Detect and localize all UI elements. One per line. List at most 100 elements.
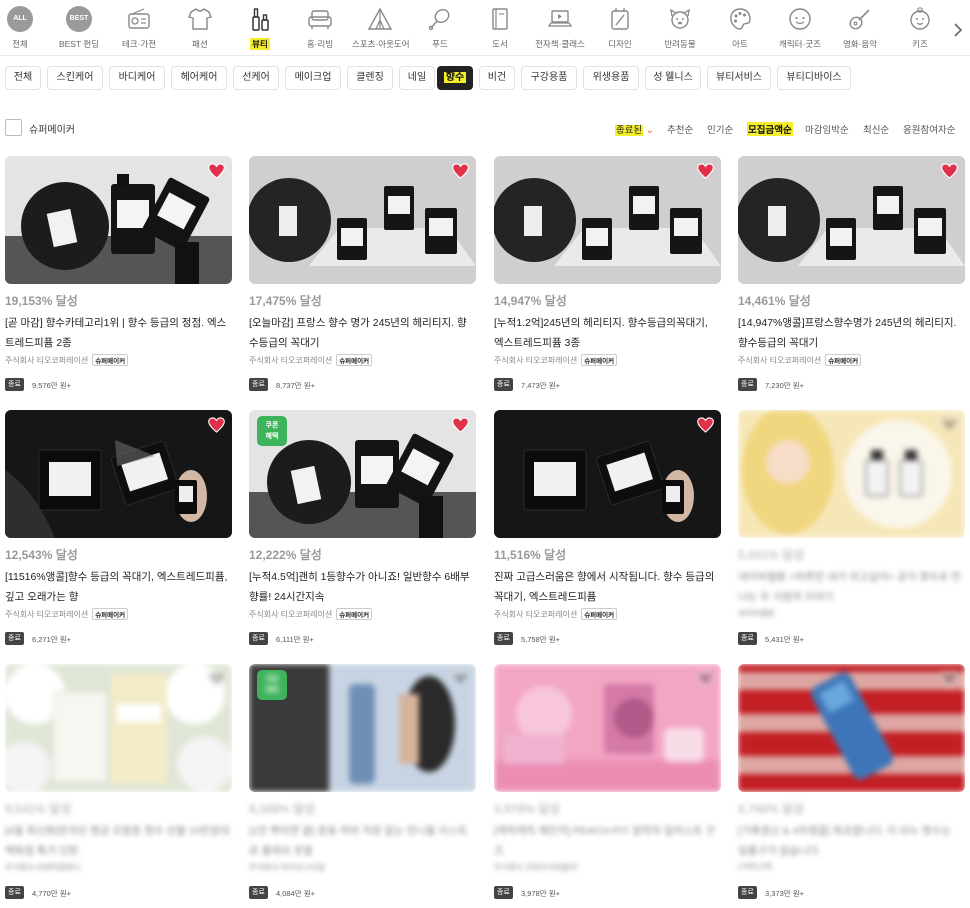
heart-icon[interactable] xyxy=(208,671,225,687)
heart-icon[interactable] xyxy=(452,417,469,433)
subtab-makeup[interactable]: 메이크업 xyxy=(285,66,341,90)
funding-amount: 5,431만 원+ xyxy=(765,635,805,644)
product-card[interactable]: 14,461% 달성 [14,947%앵콜]프랑스향수명가 245년의 헤리티지… xyxy=(738,156,965,396)
category-all[interactable]: ALL 전체 xyxy=(0,6,48,51)
product-thumbnail[interactable] xyxy=(494,410,721,538)
category-home[interactable]: 홈·리빙 xyxy=(292,6,348,51)
product-card[interactable]: 5,431% 달성 네이버웹툰 <하루만 네가 되고싶어> 공식 향수로 만나는… xyxy=(738,410,965,650)
maker-label: 주식회사 티오코퍼레이션 xyxy=(494,356,578,365)
product-title[interactable]: 네이버웹툰 <하루만 네가 되고싶어> 공식 향수로 만나는 두 사람의 이야기 xyxy=(738,567,963,607)
heart-icon[interactable] xyxy=(697,671,714,687)
super-maker-checkbox[interactable] xyxy=(5,119,22,136)
maker-label: 주식회사 티오코퍼레이션 xyxy=(5,356,89,365)
status-dropdown[interactable]: 종료된 ⌄ xyxy=(615,122,654,136)
product-title[interactable]: [오늘마감] 프랑스 향수 명가 245년의 헤리티지. 향수등급의 꼭대기 xyxy=(249,313,474,353)
category-books[interactable]: 도서 xyxy=(472,6,528,51)
product-card[interactable]: 3,978% 달성 [캐릭캐릭 체인지] PEACH-PIT 원작자 일러스트 … xyxy=(494,664,721,904)
heart-icon[interactable] xyxy=(697,163,714,179)
product-thumbnail[interactable] xyxy=(5,410,232,538)
product-card[interactable]: 17,475% 달성 [오늘마감] 프랑스 향수 명가 245년의 헤리티지. … xyxy=(249,156,476,396)
category-design[interactable]: 디자인 xyxy=(592,6,648,51)
chevron-right-icon[interactable] xyxy=(952,22,964,38)
category-label: 패션 xyxy=(192,39,208,49)
subtab-nail[interactable]: 네일 xyxy=(399,66,435,90)
maker-label: LIVELIVE xyxy=(738,862,773,871)
category-sports[interactable]: 스포츠·아웃도어 xyxy=(352,6,410,51)
sort-deadline[interactable]: 마감임박순 xyxy=(805,122,849,136)
product-title[interactable]: 진짜 고급스러움은 향에서 시작됩니다. 향수 등급의 꼭대기, 엑스트레드피퓸 xyxy=(494,567,719,607)
category-media[interactable]: 영화·음악 xyxy=(832,6,888,51)
category-pets[interactable]: 반려동물 xyxy=(652,6,708,51)
category-best[interactable]: BEST BEST 펀딩 xyxy=(51,6,107,51)
category-ebook[interactable]: 전자책·클래스 xyxy=(532,6,588,51)
subtab-beauty-service[interactable]: 뷰티서비스 xyxy=(707,66,771,90)
product-card[interactable]: 14,947% 달성 [누적1.2억]245년의 헤리티지. 향수등급의꼭대기,… xyxy=(494,156,721,396)
product-card[interactable]: 9,541% 달성 [4월 최신화]한국인 평균 조말론 향수 선물 10만원대… xyxy=(5,664,232,904)
product-title[interactable]: [4월 최신화]한국인 평균 조말론 향수 선물 10만원대 백화점 특가 단판 xyxy=(5,821,230,861)
subtab-bodycare[interactable]: 바디케어 xyxy=(109,66,165,90)
heart-icon[interactable] xyxy=(208,163,225,179)
sort-amount[interactable]: 모집금액순 xyxy=(747,122,793,136)
character-icon xyxy=(789,8,811,30)
product-thumbnail[interactable] xyxy=(5,664,232,792)
heart-icon[interactable] xyxy=(941,163,958,179)
book-icon xyxy=(492,8,508,30)
heart-icon[interactable] xyxy=(697,417,714,433)
heart-icon[interactable] xyxy=(208,417,225,433)
product-card[interactable]: 6,746% 달성 [기록경신 & 4차앵콜] 최초합니다. 이 비누 향수는 … xyxy=(738,664,965,904)
product-card[interactable]: 11,516% 달성 진짜 고급스러움은 향에서 시작됩니다. 향수 등급의 꼭… xyxy=(494,410,721,650)
sort-popular[interactable]: 인기순 xyxy=(707,122,733,136)
product-thumbnail[interactable]: 쿠폰 혜택 xyxy=(249,410,476,538)
product-card[interactable]: 쿠폰 혜택 12,222% 달성 [누적4.5억]괜히 1등향수가 아니죠! 일… xyxy=(249,410,476,650)
maker-label: 주식회사 티오코퍼레이션 xyxy=(738,356,822,365)
product-thumbnail[interactable] xyxy=(738,410,965,538)
sort-latest[interactable]: 최신순 xyxy=(863,122,889,136)
subtab-oral[interactable]: 구강용품 xyxy=(521,66,577,90)
product-title[interactable]: [1만 뿌리면 끝] 운동 하러 직장 없는 언니들 이스트로 플레쉬 포멀 xyxy=(249,821,474,861)
category-tech[interactable]: 테크·가전 xyxy=(111,6,167,51)
category-art[interactable]: 아트 xyxy=(712,6,768,51)
heart-icon[interactable] xyxy=(941,417,958,433)
subtab-perfume[interactable]: 향수 xyxy=(437,66,473,90)
category-label: 푸드 xyxy=(432,39,448,49)
product-thumbnail[interactable] xyxy=(5,156,232,284)
subtab-cleansing[interactable]: 클렌징 xyxy=(347,66,393,90)
product-title[interactable]: [누적1.2억]245년의 헤리티지. 향수등급의꼭대기, 엑스트레드피퓸 3종 xyxy=(494,313,719,353)
heart-icon[interactable] xyxy=(452,671,469,687)
product-title[interactable]: [누적4.5억]괜히 1등향수가 아니죠! 일반향수 6배부향률! 24시간지속 xyxy=(249,567,474,607)
category-food[interactable]: 푸드 xyxy=(412,6,468,51)
subtab-all[interactable]: 전체 xyxy=(5,66,41,90)
product-thumbnail[interactable] xyxy=(738,664,965,792)
subtab-skincare[interactable]: 스킨케어 xyxy=(47,66,103,90)
product-title[interactable]: [14,947%앵콜]프랑스향수명가 245년의 헤리티지. 향수등급의 꼭대기 xyxy=(738,313,963,353)
product-card[interactable]: 19,153% 달성 [곧 마감] 향수카테고리1위 | 향수 등급의 정점. … xyxy=(5,156,232,396)
achievement-rate: 3,978% 달성 xyxy=(494,802,561,816)
product-title[interactable]: [캐릭캐릭 체인지] PEACH-PIT 원작자 일러스트 굿즈 xyxy=(494,821,719,861)
subtab-haircare[interactable]: 헤어케어 xyxy=(171,66,227,90)
product-title[interactable]: [곧 마감] 향수카테고리1위 | 향수 등급의 정점. 엑스트레드피퓸 2종 xyxy=(5,313,230,353)
subtab-hygiene[interactable]: 위생용품 xyxy=(583,66,639,90)
achievement-rate: 17,475% 달성 xyxy=(249,294,322,308)
sort-supporters[interactable]: 응원참여자순 xyxy=(903,122,955,136)
subtab-wellness[interactable]: 성 웰니스 xyxy=(645,66,701,90)
product-title[interactable]: [기록경신 & 4차앵콜] 최초합니다. 이 비누 향수는 일품구가 없습니다. xyxy=(738,821,963,861)
category-beauty[interactable]: 뷰티 xyxy=(232,6,288,51)
sort-recommended[interactable]: 추천순 xyxy=(667,122,693,136)
heart-icon[interactable] xyxy=(941,671,958,687)
product-title[interactable]: [11516%앵콜]향수 등급의 꼭대기, 엑스트레드피퓸, 깊고 오래가는 향 xyxy=(5,567,230,607)
subtab-vegan[interactable]: 비건 xyxy=(479,66,515,90)
subtab-beauty-device[interactable]: 뷰티디바이스 xyxy=(777,66,851,90)
product-thumbnail[interactable] xyxy=(249,156,476,284)
product-card[interactable]: 쿠폰 혜택 8,168% 달성 [1만 뿌리면 끝] 운동 하러 직장 없는 언… xyxy=(249,664,476,904)
category-label: 테크·가전 xyxy=(121,39,157,49)
product-card[interactable]: 12,543% 달성 [11516%앵콜]향수 등급의 꼭대기, 엑스트레드피퓸… xyxy=(5,410,232,650)
subtab-suncare[interactable]: 선케어 xyxy=(233,66,279,90)
heart-icon[interactable] xyxy=(452,163,469,179)
category-character[interactable]: 캐릭터·굿즈 xyxy=(772,6,828,51)
product-thumbnail[interactable]: 쿠폰 혜택 xyxy=(249,664,476,792)
category-fashion[interactable]: 패션 xyxy=(172,6,228,51)
product-thumbnail[interactable] xyxy=(494,664,721,792)
product-thumbnail[interactable] xyxy=(494,156,721,284)
product-thumbnail[interactable] xyxy=(738,156,965,284)
category-kids[interactable]: 키즈 xyxy=(892,6,948,51)
